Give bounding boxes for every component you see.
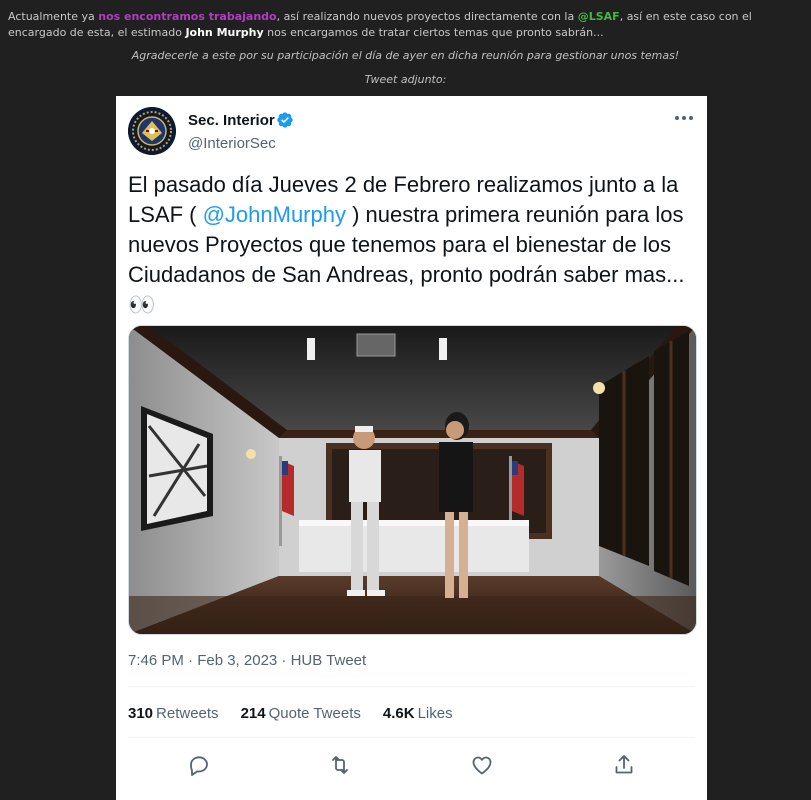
likes-stat[interactable]: 4.6K Likes: [383, 705, 453, 722]
divider: [128, 737, 695, 738]
likes-label: Likes: [417, 705, 453, 722]
handle[interactable]: @InteriorSec: [188, 135, 276, 152]
post-text-part: Actualmente ya: [8, 10, 99, 23]
tweet-photo[interactable]: [128, 325, 697, 635]
embedded-tweet[interactable]: Sec. Interior @InteriorSec El pasado día…: [116, 96, 707, 800]
avatar[interactable]: [128, 107, 176, 155]
lsaf-mention[interactable]: @LSAF: [578, 10, 620, 23]
highlight-working: nos encontramos trabajando: [98, 10, 277, 23]
like-icon[interactable]: [470, 753, 494, 777]
divider: [128, 686, 695, 687]
tweet-actions: [116, 753, 707, 779]
post-text-part: , así realizando nuevos proyectos direct…: [276, 10, 578, 23]
quotes-label: Quote Tweets: [268, 705, 361, 722]
quote-tweets-stat[interactable]: 214 Quote Tweets: [241, 705, 361, 722]
verified-badge-icon: [277, 112, 293, 128]
reply-icon[interactable]: [187, 753, 211, 777]
retweets-stat[interactable]: 310 Retweets: [128, 705, 219, 722]
john-murphy-name: John Murphy: [185, 26, 264, 39]
share-icon[interactable]: [612, 753, 636, 777]
page: Actualmente ya nos encontramos trabajand…: [0, 0, 811, 800]
post-text-part: nos encargamos de tratar ciertos temas q…: [263, 26, 604, 39]
attached-tweet-label: Tweet adjunto:: [364, 73, 447, 86]
quotes-count: 214: [240, 705, 266, 722]
john-murphy-mention[interactable]: @JohnMurphy: [203, 202, 346, 227]
tweet-timestamp[interactable]: 7:46 PM · Feb 3, 2023 · HUB Tweet: [128, 652, 366, 669]
display-name[interactable]: Sec. Interior: [188, 112, 275, 129]
post-message: Actualmente ya nos encontramos trabajand…: [8, 9, 804, 41]
likes-count: 4.6K: [382, 705, 415, 722]
more-options-icon[interactable]: [673, 110, 695, 126]
thanks-line: Agradecerle a este por su participación …: [131, 49, 680, 62]
tweet-stats: 310 Retweets 214 Quote Tweets 4.6K Likes: [128, 705, 475, 722]
retweets-label: Retweets: [156, 705, 219, 722]
tweet-text: El pasado día Jueves 2 de Febrero realiz…: [128, 170, 698, 320]
retweets-count: 310: [128, 705, 154, 722]
retweet-icon[interactable]: [328, 753, 352, 777]
